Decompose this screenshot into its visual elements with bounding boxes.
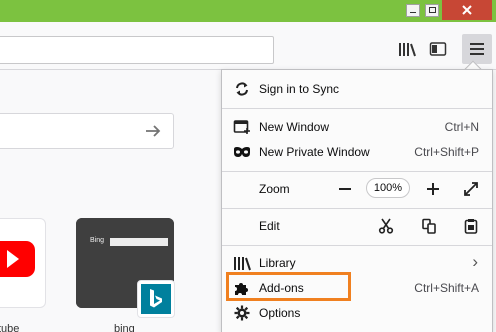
tile-label-bing: bing: [114, 323, 135, 332]
menu-item-new-private-window[interactable]: New Private Window Ctrl+Shift+P: [222, 140, 492, 164]
menu-item-shortcut: Ctrl+Shift+P: [414, 145, 479, 159]
minimize-button[interactable]: [404, 0, 422, 20]
menu-item-label: New Window: [259, 120, 330, 134]
copy-button[interactable]: [417, 216, 441, 236]
menu-item-shortcut: Ctrl+Shift+A: [414, 281, 479, 295]
chevron-right-icon: ›: [472, 252, 478, 271]
menu-separator: [222, 171, 492, 172]
scissors-icon: [378, 218, 394, 234]
library-icon: [233, 255, 251, 271]
hamburger-menu-icon: [470, 43, 484, 55]
menu-item-new-window[interactable]: New Window Ctrl+N: [222, 115, 492, 139]
menu-item-shortcut: Ctrl+N: [444, 120, 479, 134]
menu-item-label: Options: [259, 306, 301, 320]
restore-icon: [425, 3, 439, 17]
bing-thumbnail-text: Bing: [90, 237, 105, 244]
bing-logo-icon: [150, 289, 162, 308]
sidebar-button[interactable]: [423, 34, 453, 64]
open-menu-button[interactable]: [462, 34, 492, 64]
paste-icon: [464, 219, 478, 234]
menu-item-zoom: Zoom 100%: [222, 177, 492, 201]
sync-icon: [233, 81, 251, 97]
new-window-icon: [233, 119, 251, 135]
tile-label-youtube: tube: [0, 323, 20, 332]
plus-icon: [427, 183, 439, 195]
zoom-reset-button[interactable]: 100%: [366, 178, 410, 198]
menu-item-label: Library: [259, 256, 296, 270]
bing-favicon: [137, 280, 175, 318]
window-titlebar: [0, 0, 496, 22]
search-box[interactable]: [0, 113, 174, 149]
fullscreen-button[interactable]: [461, 179, 481, 199]
menu-item-options[interactable]: Options: [222, 301, 492, 325]
gear-icon: [233, 305, 251, 321]
menu-item-sign-in-sync[interactable]: Sign in to Sync: [222, 77, 492, 101]
menu-separator: [222, 108, 492, 109]
fullscreen-icon: [464, 182, 478, 196]
restore-button[interactable]: [423, 0, 441, 20]
library-button[interactable]: [392, 34, 422, 64]
youtube-icon: [0, 241, 35, 277]
close-icon: [462, 5, 472, 15]
close-button[interactable]: [442, 0, 492, 20]
url-bar[interactable]: [0, 36, 274, 64]
menu-separator: [222, 208, 492, 209]
edit-label: Edit: [259, 219, 280, 233]
arrow-right-icon[interactable]: [143, 121, 163, 141]
minimize-icon: [406, 3, 420, 17]
menu-separator: [222, 245, 492, 246]
top-site-tile-youtube[interactable]: [0, 218, 46, 308]
menu-item-label: New Private Window: [259, 145, 370, 159]
private-mask-icon: [233, 144, 251, 160]
addons-highlight-box: [226, 272, 351, 301]
menu-item-label: Sign in to Sync: [259, 82, 340, 96]
paste-button[interactable]: [459, 216, 483, 236]
library-icon: [399, 43, 416, 57]
copy-icon: [422, 218, 436, 234]
zoom-label: Zoom: [259, 182, 290, 196]
menu-item-edit: Edit: [222, 214, 492, 238]
minus-icon: [339, 188, 351, 190]
bing-thumbnail-searchbar: [110, 238, 168, 246]
sidebar-icon: [429, 42, 447, 56]
zoom-out-button[interactable]: [335, 179, 355, 199]
cut-button[interactable]: [374, 216, 398, 236]
navigation-toolbar: [0, 22, 496, 70]
zoom-in-button[interactable]: [423, 179, 443, 199]
